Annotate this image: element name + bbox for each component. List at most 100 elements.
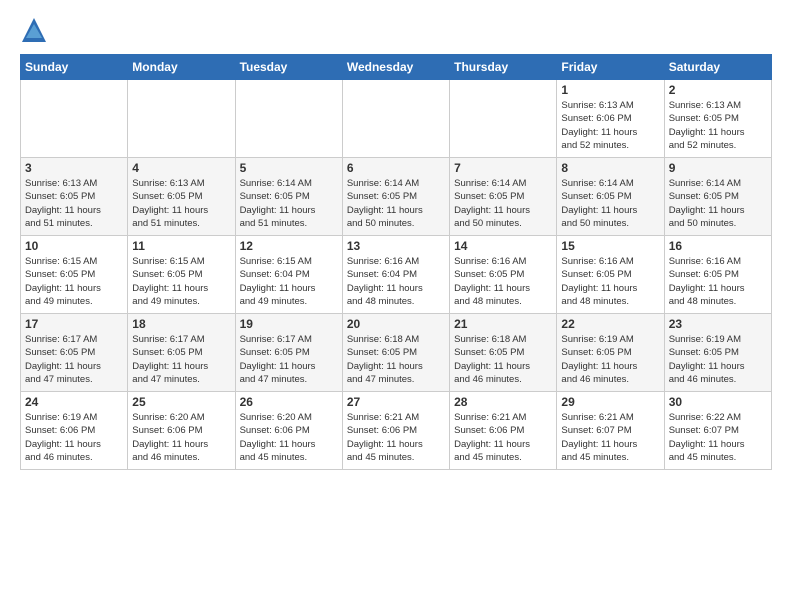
calendar-header-monday: Monday bbox=[128, 55, 235, 80]
day-info: Sunrise: 6:15 AM Sunset: 6:05 PM Dayligh… bbox=[132, 255, 230, 308]
day-info: Sunrise: 6:13 AM Sunset: 6:05 PM Dayligh… bbox=[25, 177, 123, 230]
calendar-cell: 29 Sunrise: 6:21 AM Sunset: 6:07 PM Dayli… bbox=[557, 392, 664, 470]
calendar-header-friday: Friday bbox=[557, 55, 664, 80]
day-number: 28 bbox=[454, 395, 552, 409]
day-info: Sunrise: 6:22 AM Sunset: 6:07 PM Dayligh… bbox=[669, 411, 767, 464]
day-info: Sunrise: 6:19 AM Sunset: 6:05 PM Dayligh… bbox=[669, 333, 767, 386]
day-number: 29 bbox=[561, 395, 659, 409]
calendar-cell: 6 Sunrise: 6:14 AM Sunset: 6:05 PM Daylig… bbox=[342, 158, 449, 236]
calendar-cell: 16Sunrise: 6:16 AM Sunset: 6:05 PM Dayli… bbox=[664, 236, 771, 314]
calendar-cell: 20 Sunrise: 6:18 AM Sunset: 6:05 PM Dayli… bbox=[342, 314, 449, 392]
day-number: 18 bbox=[132, 317, 230, 331]
day-info: Sunrise: 6:19 AM Sunset: 6:06 PM Dayligh… bbox=[25, 411, 123, 464]
day-info: Sunrise: 6:21 AM Sunset: 6:06 PM Dayligh… bbox=[454, 411, 552, 464]
calendar-cell bbox=[342, 80, 449, 158]
day-number: 13 bbox=[347, 239, 445, 253]
day-number: 6 bbox=[347, 161, 445, 175]
calendar-cell: 5 Sunrise: 6:14 AM Sunset: 6:05 PM Daylig… bbox=[235, 158, 342, 236]
calendar: SundayMondayTuesdayWednesdayThursdayFrid… bbox=[20, 54, 772, 470]
calendar-cell: 8Sunrise: 6:14 AM Sunset: 6:05 PM Daylig… bbox=[557, 158, 664, 236]
day-number: 4 bbox=[132, 161, 230, 175]
day-number: 10 bbox=[25, 239, 123, 253]
day-number: 22 bbox=[561, 317, 659, 331]
day-info: Sunrise: 6:14 AM Sunset: 6:05 PM Dayligh… bbox=[454, 177, 552, 230]
day-info: Sunrise: 6:13 AM Sunset: 6:06 PM Dayligh… bbox=[561, 99, 659, 152]
day-number: 27 bbox=[347, 395, 445, 409]
day-info: Sunrise: 6:17 AM Sunset: 6:05 PM Dayligh… bbox=[25, 333, 123, 386]
day-number: 17 bbox=[25, 317, 123, 331]
calendar-cell: 19Sunrise: 6:17 AM Sunset: 6:05 PM Dayli… bbox=[235, 314, 342, 392]
calendar-cell: 18Sunrise: 6:17 AM Sunset: 6:05 PM Dayli… bbox=[128, 314, 235, 392]
calendar-cell: 21 Sunrise: 6:18 AM Sunset: 6:05 PM Dayli… bbox=[450, 314, 557, 392]
calendar-cell bbox=[21, 80, 128, 158]
day-info: Sunrise: 6:16 AM Sunset: 6:05 PM Dayligh… bbox=[454, 255, 552, 308]
calendar-cell: 2 Sunrise: 6:13 AM Sunset: 6:05 PM Daylig… bbox=[664, 80, 771, 158]
day-number: 12 bbox=[240, 239, 338, 253]
day-number: 7 bbox=[454, 161, 552, 175]
day-info: Sunrise: 6:20 AM Sunset: 6:06 PM Dayligh… bbox=[240, 411, 338, 464]
day-info: Sunrise: 6:13 AM Sunset: 6:05 PM Dayligh… bbox=[669, 99, 767, 152]
calendar-cell: 25Sunrise: 6:20 AM Sunset: 6:06 PM Dayli… bbox=[128, 392, 235, 470]
logo-icon bbox=[20, 16, 48, 44]
calendar-cell: 9 Sunrise: 6:14 AM Sunset: 6:05 PM Daylig… bbox=[664, 158, 771, 236]
calendar-header-thursday: Thursday bbox=[450, 55, 557, 80]
calendar-header-sunday: Sunday bbox=[21, 55, 128, 80]
calendar-cell: 15 Sunrise: 6:16 AM Sunset: 6:05 PM Dayli… bbox=[557, 236, 664, 314]
calendar-cell: 10Sunrise: 6:15 AM Sunset: 6:05 PM Dayli… bbox=[21, 236, 128, 314]
day-info: Sunrise: 6:21 AM Sunset: 6:06 PM Dayligh… bbox=[347, 411, 445, 464]
day-number: 15 bbox=[561, 239, 659, 253]
day-info: Sunrise: 6:13 AM Sunset: 6:05 PM Dayligh… bbox=[132, 177, 230, 230]
calendar-cell: 26 Sunrise: 6:20 AM Sunset: 6:06 PM Dayli… bbox=[235, 392, 342, 470]
day-number: 20 bbox=[347, 317, 445, 331]
day-info: Sunrise: 6:18 AM Sunset: 6:05 PM Dayligh… bbox=[347, 333, 445, 386]
day-number: 5 bbox=[240, 161, 338, 175]
calendar-week-row: 10 Sunrise: 6:15 AM Sunset: 6:05 PM Dayli… bbox=[21, 236, 772, 314]
day-info: Sunrise: 6:14 AM Sunset: 6:05 PM Dayligh… bbox=[240, 177, 338, 230]
calendar-header-wednesday: Wednesday bbox=[342, 55, 449, 80]
day-info: Sunrise: 6:16 AM Sunset: 6:05 PM Dayligh… bbox=[561, 255, 659, 308]
day-info: Sunrise: 6:19 AM Sunset: 6:05 PM Dayligh… bbox=[561, 333, 659, 386]
day-number: 19 bbox=[240, 317, 338, 331]
page: SundayMondayTuesdayWednesdayThursdayFrid… bbox=[0, 0, 792, 480]
day-number: 1 bbox=[561, 83, 659, 97]
day-number: 2 bbox=[669, 83, 767, 97]
calendar-cell: 1 Sunrise: 6:13 AM Sunset: 6:06 PM Daylig… bbox=[557, 80, 664, 158]
header bbox=[20, 16, 772, 44]
calendar-week-row: 17 Sunrise: 6:17 AM Sunset: 6:05 PM Dayli… bbox=[21, 314, 772, 392]
calendar-cell: 13 Sunrise: 6:16 AM Sunset: 6:04 PM Dayli… bbox=[342, 236, 449, 314]
day-info: Sunrise: 6:18 AM Sunset: 6:05 PM Dayligh… bbox=[454, 333, 552, 386]
day-info: Sunrise: 6:16 AM Sunset: 6:04 PM Dayligh… bbox=[347, 255, 445, 308]
calendar-week-row: 1 Sunrise: 6:13 AM Sunset: 6:06 PM Daylig… bbox=[21, 80, 772, 158]
calendar-cell: 3 Sunrise: 6:13 AM Sunset: 6:05 PM Daylig… bbox=[21, 158, 128, 236]
calendar-cell: 4 Sunrise: 6:13 AM Sunset: 6:05 PM Daylig… bbox=[128, 158, 235, 236]
day-info: Sunrise: 6:14 AM Sunset: 6:05 PM Dayligh… bbox=[669, 177, 767, 230]
calendar-cell: 30 Sunrise: 6:22 AM Sunset: 6:07 PM Dayli… bbox=[664, 392, 771, 470]
day-number: 14 bbox=[454, 239, 552, 253]
day-info: Sunrise: 6:21 AM Sunset: 6:07 PM Dayligh… bbox=[561, 411, 659, 464]
logo bbox=[20, 16, 52, 44]
calendar-header-row: SundayMondayTuesdayWednesdayThursdayFrid… bbox=[21, 55, 772, 80]
calendar-cell: 14 Sunrise: 6:16 AM Sunset: 6:05 PM Dayli… bbox=[450, 236, 557, 314]
day-number: 9 bbox=[669, 161, 767, 175]
day-number: 21 bbox=[454, 317, 552, 331]
day-number: 30 bbox=[669, 395, 767, 409]
calendar-cell: 12Sunrise: 6:15 AM Sunset: 6:04 PM Dayli… bbox=[235, 236, 342, 314]
day-number: 23 bbox=[669, 317, 767, 331]
calendar-header-saturday: Saturday bbox=[664, 55, 771, 80]
day-number: 25 bbox=[132, 395, 230, 409]
calendar-cell: 7 Sunrise: 6:14 AM Sunset: 6:05 PM Daylig… bbox=[450, 158, 557, 236]
day-number: 24 bbox=[25, 395, 123, 409]
calendar-cell: 27 Sunrise: 6:21 AM Sunset: 6:06 PM Dayli… bbox=[342, 392, 449, 470]
day-info: Sunrise: 6:14 AM Sunset: 6:05 PM Dayligh… bbox=[561, 177, 659, 230]
calendar-cell bbox=[450, 80, 557, 158]
calendar-cell: 23 Sunrise: 6:19 AM Sunset: 6:05 PM Dayli… bbox=[664, 314, 771, 392]
day-number: 3 bbox=[25, 161, 123, 175]
calendar-week-row: 24 Sunrise: 6:19 AM Sunset: 6:06 PM Dayli… bbox=[21, 392, 772, 470]
calendar-cell: 22 Sunrise: 6:19 AM Sunset: 6:05 PM Dayli… bbox=[557, 314, 664, 392]
day-info: Sunrise: 6:16 AM Sunset: 6:05 PM Dayligh… bbox=[669, 255, 767, 308]
calendar-header-tuesday: Tuesday bbox=[235, 55, 342, 80]
day-number: 26 bbox=[240, 395, 338, 409]
day-info: Sunrise: 6:14 AM Sunset: 6:05 PM Dayligh… bbox=[347, 177, 445, 230]
calendar-cell bbox=[235, 80, 342, 158]
calendar-cell: 17 Sunrise: 6:17 AM Sunset: 6:05 PM Dayli… bbox=[21, 314, 128, 392]
